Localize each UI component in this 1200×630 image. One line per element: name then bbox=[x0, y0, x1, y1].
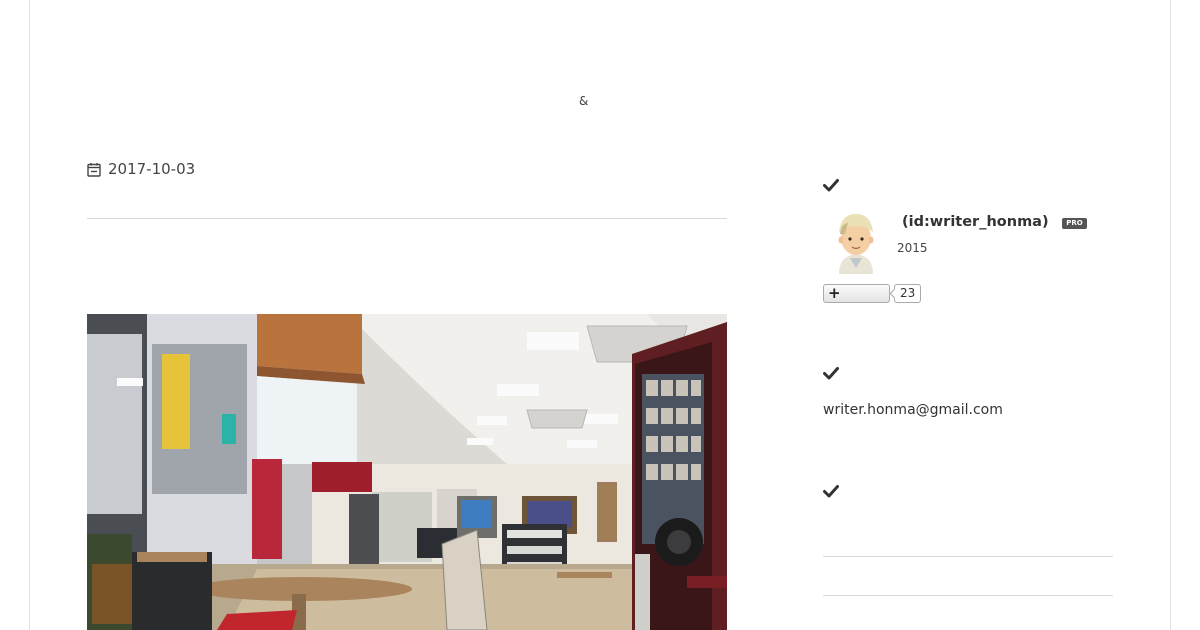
profile-since: 2015 bbox=[897, 241, 928, 255]
follow-button[interactable]: + bbox=[823, 284, 890, 303]
avatar[interactable] bbox=[833, 212, 879, 274]
follower-count[interactable]: 23 bbox=[894, 284, 922, 303]
checkmark-icon bbox=[823, 179, 839, 192]
contact-email[interactable]: writer.honma@gmail.com bbox=[823, 402, 1003, 418]
entry-photo-illustration bbox=[87, 314, 727, 630]
blog-subtitle: & bbox=[579, 94, 589, 108]
sidebar-divider bbox=[823, 595, 1113, 596]
entry-photo bbox=[87, 314, 727, 630]
checkmark-icon bbox=[823, 485, 839, 498]
entry-date-label: 2017-10-03 bbox=[108, 160, 196, 178]
calendar-icon bbox=[87, 162, 101, 177]
pro-badge: PRO bbox=[1062, 218, 1087, 229]
checkmark-icon bbox=[823, 367, 839, 380]
sidebar-divider bbox=[823, 556, 1113, 557]
entry-date[interactable]: 2017-10-03 bbox=[87, 160, 195, 178]
plus-icon: + bbox=[828, 284, 841, 302]
profile-name[interactable]: (id:writer_honma) bbox=[902, 214, 1049, 230]
entry-header-divider bbox=[87, 218, 727, 219]
